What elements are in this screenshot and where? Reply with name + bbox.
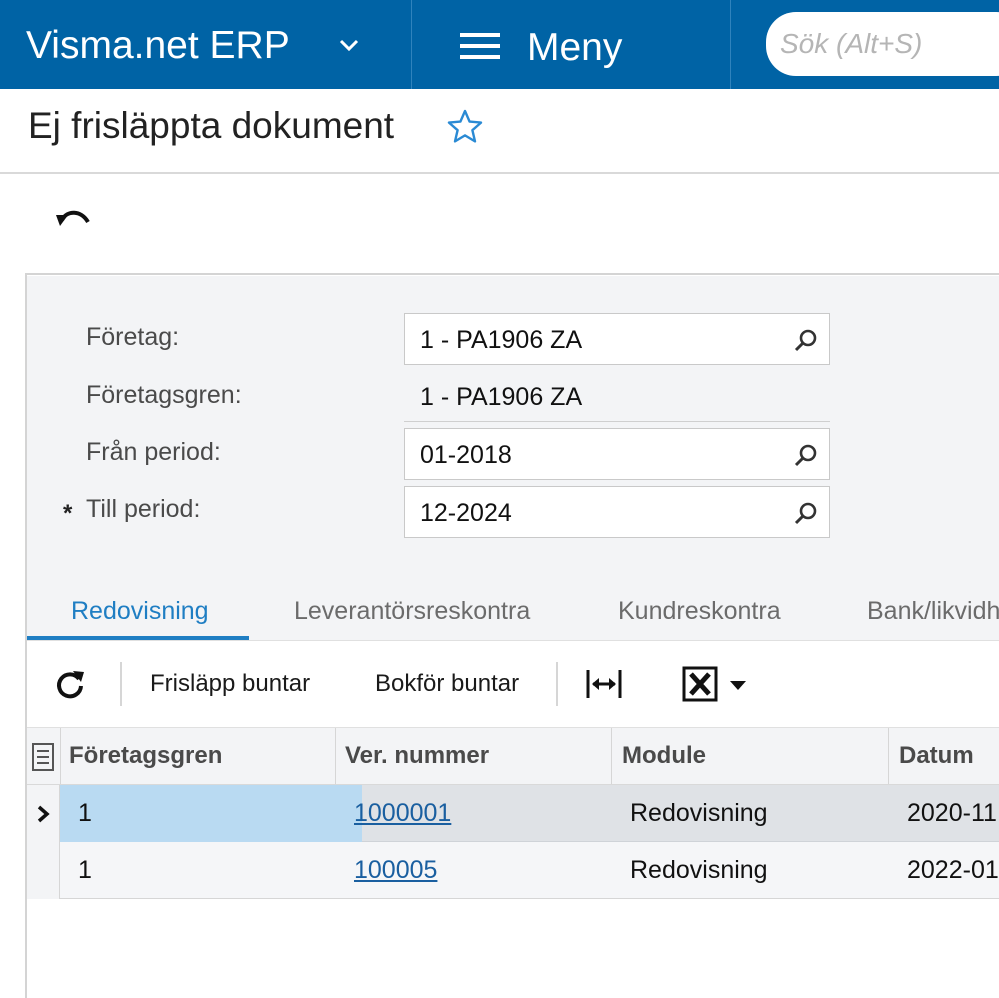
- column-header-date[interactable]: Datum: [899, 741, 974, 771]
- cell-module[interactable]: Redovisning: [630, 855, 768, 885]
- branch-value: 1 - PA1906 ZA: [420, 383, 583, 411]
- from-period-label: Från period:: [86, 438, 221, 466]
- from-period-value: 01-2018: [420, 441, 512, 469]
- company-label: Företag:: [86, 323, 180, 351]
- column-header-number[interactable]: Ver. nummer: [345, 741, 489, 771]
- cell-number-link[interactable]: 1000001: [354, 798, 451, 828]
- company-field[interactable]: 1 - PA1906 ZA: [404, 313, 830, 365]
- to-period-field[interactable]: 12-2024: [404, 486, 830, 538]
- chevron-right-icon: [37, 805, 50, 823]
- title-divider: [0, 172, 999, 174]
- undo-icon[interactable]: [54, 204, 94, 234]
- hamburger-icon: [460, 33, 500, 59]
- chevron-down-icon[interactable]: [336, 36, 362, 54]
- column-header-module[interactable]: Module: [622, 741, 706, 771]
- favorite-star-icon[interactable]: [446, 108, 484, 144]
- fit-to-screen-icon[interactable]: [584, 667, 624, 701]
- tab-redovisning[interactable]: Redovisning: [71, 596, 209, 626]
- page-title: Ej frisläppta dokument: [28, 105, 395, 146]
- column-header-branch[interactable]: Företagsgren: [69, 741, 222, 771]
- cell-date[interactable]: 2020-11: [907, 798, 997, 828]
- search-icon[interactable]: [793, 327, 819, 353]
- column-separator: [888, 728, 889, 784]
- cell-date[interactable]: 2022-01: [907, 855, 999, 885]
- toolbar-separator: [120, 662, 122, 706]
- cell-module[interactable]: Redovisning: [630, 798, 768, 828]
- search-icon[interactable]: [793, 500, 819, 526]
- column-separator: [335, 728, 336, 784]
- toolbar-separator: [556, 662, 558, 706]
- column-settings-icon[interactable]: [30, 742, 56, 772]
- table-row[interactable]: 1 1000001 Redovisning 2020-11: [27, 785, 999, 842]
- search-icon[interactable]: [793, 442, 819, 468]
- excel-export-icon[interactable]: [682, 666, 718, 702]
- branch-underline: [404, 421, 830, 422]
- cell-number-link[interactable]: 100005: [354, 855, 437, 885]
- column-separator: [611, 728, 612, 784]
- tab-divider: [27, 640, 999, 641]
- tab-bank-likvidhantering[interactable]: Bank/likvidh: [867, 596, 999, 626]
- top-bar: Visma.net ERP Meny: [0, 0, 999, 89]
- to-period-label: Till period:: [86, 495, 201, 523]
- row-selector[interactable]: [27, 842, 60, 899]
- required-marker: *: [63, 500, 73, 527]
- company-value: 1 - PA1906 ZA: [420, 326, 583, 354]
- branch-label: Företagsgren:: [86, 381, 242, 409]
- brand-switcher[interactable]: Visma.net ERP: [0, 0, 412, 89]
- tab-kundreskontra[interactable]: Kundreskontra: [618, 596, 781, 626]
- column-separator: [60, 728, 61, 784]
- menu-button[interactable]: Meny: [413, 0, 731, 89]
- cell-branch[interactable]: 1: [78, 855, 92, 885]
- row-selector[interactable]: [27, 785, 60, 842]
- tab-leverantorsreskontra[interactable]: Leverantörsreskontra: [294, 596, 530, 626]
- menu-label: Meny: [527, 26, 623, 69]
- table-row[interactable]: 1 100005 Redovisning 2022-01: [27, 842, 999, 899]
- cell-branch[interactable]: 1: [78, 798, 92, 828]
- from-period-field[interactable]: 01-2018: [404, 428, 830, 480]
- to-period-value: 12-2024: [420, 499, 512, 527]
- post-batches-button[interactable]: Bokför buntar: [375, 669, 519, 699]
- search-input[interactable]: [766, 12, 999, 76]
- caret-down-icon[interactable]: [728, 678, 748, 692]
- release-batches-button[interactable]: Frisläpp buntar: [150, 669, 310, 699]
- selected-cell: [60, 785, 362, 842]
- brand-title: Visma.net ERP: [26, 24, 290, 67]
- refresh-icon[interactable]: [54, 668, 86, 700]
